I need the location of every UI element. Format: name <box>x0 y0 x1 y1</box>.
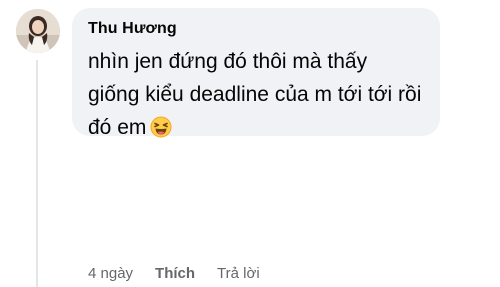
like-button[interactable]: Thích <box>155 265 195 282</box>
comment-timestamp[interactable]: 4 ngày <box>88 265 133 282</box>
avatar-photo <box>16 9 60 53</box>
comment-body: nhìn jen đứng đó thôi mà thấy giống kiểu… <box>88 45 424 148</box>
avatar[interactable] <box>16 9 60 53</box>
reply-button[interactable]: Trả lời <box>217 265 260 282</box>
comment-author[interactable]: Thu Hương <box>88 19 424 39</box>
comment-text: nhìn jen đứng đó thôi mà thấy giống kiểu… <box>88 50 422 139</box>
thread-line <box>36 60 38 287</box>
comment-bubble: Thu Hương nhìn jen đứng đó thôi mà thấy … <box>72 8 440 139</box>
comment-actions: 4 ngày Thích Trả lời <box>88 262 260 284</box>
laughing-squinting-face-icon <box>150 115 172 148</box>
comment-thread: Thu Hương nhìn jen đứng đó thôi mà thấy … <box>0 0 500 287</box>
